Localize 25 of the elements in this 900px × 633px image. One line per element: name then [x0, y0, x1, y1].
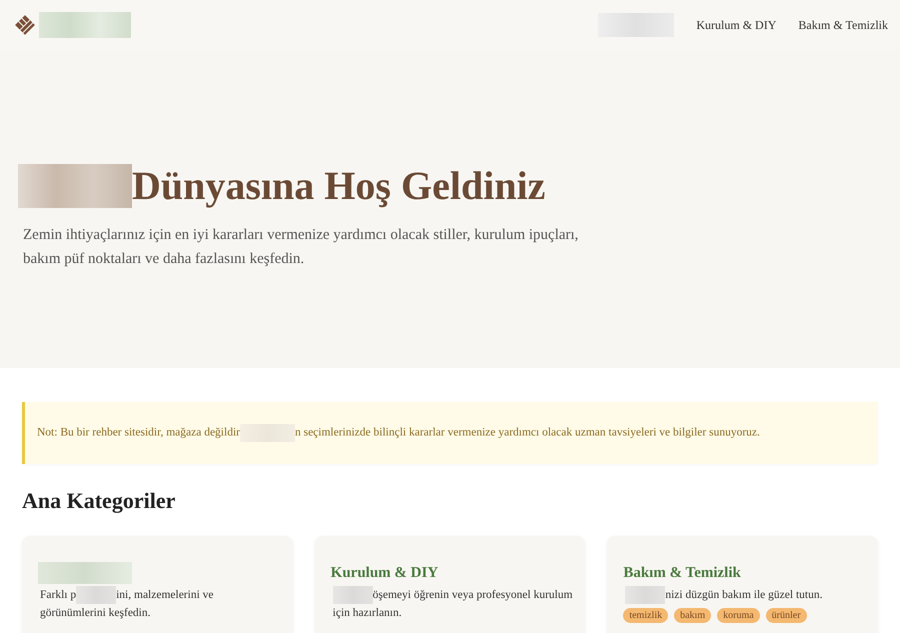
- hero-title: Dünyasına Hoş Geldiniz: [132, 162, 546, 209]
- nav-link[interactable]: Kurulum & DIY: [696, 18, 776, 32]
- card-description: Farklı p: [40, 589, 76, 601]
- notice-text: Not: Bu bir rehber sitesidir, mağaza değildir: [37, 426, 240, 439]
- category-card[interactable]: Bakım & Temizlik nizi düzgün bakım ile güzel tutun. temizlik bakım koruma ürünler: [607, 536, 878, 633]
- redacted-block: [332, 586, 373, 604]
- hero-subtitle: Zemin ihtiyaçlarınız için en iyi kararları vermenize yardımcı olacak stiller, kurulum ipuçları, bakım püf noktaları ve daha fazlasını keşfedin.: [23, 226, 580, 269]
- tag[interactable]: ürünler: [766, 608, 807, 624]
- card-description: nizi düzgün bakım ile güzel tutun.: [665, 589, 822, 601]
- redacted-block: [625, 586, 666, 604]
- card-description: görünümlerini keşfedin.: [40, 607, 151, 620]
- card-description: ini, malzemelerini ve: [116, 589, 214, 601]
- card-description: öşemeyi öğrenin veya profesyonel kurulum: [372, 589, 573, 601]
- tag[interactable]: bakım: [674, 608, 712, 624]
- category-card[interactable]: Kurulum & DIY öşemeyi öğrenin veya profesyonel kurulum için hazırlanın.: [314, 536, 586, 633]
- nav-link[interactable]: Bakım & Temizlik: [798, 18, 888, 32]
- tag[interactable]: koruma: [717, 608, 760, 624]
- notice-text: n seçimlerinizde bilinçli kararlar vermenize yardımcı olacak uzman tavsiyeleri ve bilgiler sunuyoruz.: [294, 426, 760, 439]
- card-title: Bakım & Temizlik: [623, 564, 741, 582]
- card-title: Kurulum & DIY: [330, 564, 438, 582]
- category-card[interactable]: Farklı p ini, malzemelerini ve görünümlerini keşfedin.: [22, 536, 293, 633]
- section-title: Ana Kategoriler: [22, 488, 176, 514]
- card-description: için hazırlanın.: [332, 607, 402, 620]
- tag[interactable]: temizlik: [623, 608, 668, 624]
- redacted-block: [76, 586, 116, 604]
